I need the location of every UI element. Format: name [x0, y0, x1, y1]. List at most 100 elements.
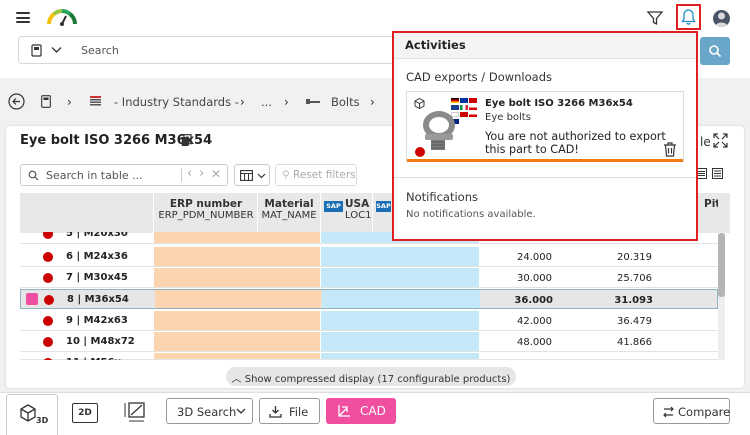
row-label: 7 | M30x45: [66, 272, 128, 283]
sap-cell: [321, 311, 479, 331]
cad-export-button[interactable]: CAD: [326, 398, 396, 424]
column-header-usa[interactable]: USA LOC1: [345, 199, 371, 222]
reset-filters-button[interactable]: ⚲ Reset filters: [275, 164, 357, 186]
column-header-pitch[interactable]: Pit: [704, 199, 718, 210]
table-search-input[interactable]: Search in table ... ‹ › ✕: [20, 164, 228, 186]
sap-cell: [321, 247, 479, 267]
popup-header: Activities: [394, 33, 696, 59]
section-title-notifications: Notifications: [406, 190, 478, 204]
row-label: 9 | M42x63: [66, 315, 128, 326]
sap-logo: SAP: [376, 201, 391, 212]
cube-icon: [414, 98, 425, 109]
activity-subtitle: Eye bolts: [485, 112, 531, 123]
trash-icon[interactable]: [663, 142, 677, 157]
breadcrumb-item-bolts[interactable]: Bolts: [331, 95, 360, 109]
compare-button[interactable]: Compare: [653, 398, 730, 424]
erp-cell: [154, 332, 320, 352]
erp-cell: [154, 268, 320, 288]
status-dot: [44, 295, 54, 305]
column-divider: [320, 193, 321, 233]
search-icon: [709, 45, 722, 58]
back-icon[interactable]: [8, 93, 25, 110]
logo-gauge-icon[interactable]: [46, 8, 78, 26]
column-chooser-button[interactable]: [234, 164, 270, 186]
breadcrumb: › - Industry Standards - › ... › Bolts ›: [0, 88, 392, 116]
search-input[interactable]: Search: [81, 44, 119, 57]
breadcrumb-item-ellipsis[interactable]: ...: [261, 95, 272, 109]
toolbar-label-fragment: le: [700, 135, 711, 149]
row-divider: [20, 351, 718, 352]
breadcrumb-item-industry-standards[interactable]: - Industry Standards -: [114, 95, 239, 109]
3d-search-button[interactable]: 3D Search: [166, 398, 253, 424]
erp-cell: [155, 290, 321, 308]
row-divider: [20, 330, 718, 331]
erp-cell: [154, 311, 320, 331]
tab-2d[interactable]: 2D: [72, 403, 98, 423]
table-row[interactable]: 9 | M42x63 42.000 36.479: [20, 311, 718, 331]
table-row[interactable]: 11 | M56x ...: [20, 353, 718, 360]
sap-cell: [321, 332, 479, 352]
row-label: 10 | M48x72: [66, 336, 135, 347]
value-cell: 20.319: [617, 252, 652, 263]
file-button[interactable]: File: [259, 398, 320, 424]
table-icon: [240, 170, 253, 181]
table-row[interactable]: 10 | M48x72 48.000 41.866: [20, 332, 718, 352]
divider: [181, 168, 182, 182]
search-bar[interactable]: Search: [18, 36, 398, 64]
table-row[interactable]: 6 | M24x36 24.000 20.319: [20, 247, 718, 267]
value-cell: 41.866: [617, 337, 652, 348]
value-cell: 36.479: [617, 316, 652, 327]
document-icon[interactable]: [31, 44, 42, 57]
compare-icon: [663, 406, 674, 418]
erp-cell: [154, 247, 320, 267]
value-cell: 42.000: [517, 316, 552, 327]
avatar[interactable]: [713, 10, 730, 27]
notifications-button[interactable]: [676, 4, 701, 30]
column-divider: [257, 193, 258, 233]
chevron-down-icon[interactable]: [51, 46, 62, 54]
filter-icon[interactable]: [646, 9, 664, 27]
status-dot: [43, 232, 53, 239]
chevron-right-icon: ›: [370, 95, 375, 109]
detail-view-icon[interactable]: [712, 168, 723, 179]
table-row[interactable]: 7 | M30x45 30.000 25.706: [20, 268, 718, 288]
copy-icon[interactable]: [181, 134, 192, 147]
cube-icon: [20, 404, 36, 422]
activity-title: Eye bolt ISO 3266 M36x54: [485, 98, 633, 109]
clear-icon[interactable]: ✕: [211, 167, 221, 181]
standards-icon[interactable]: [90, 96, 101, 107]
table-scrollbar-thumb[interactable]: [718, 233, 725, 297]
eye-bolt-image: [423, 111, 455, 150]
row-label: 11 | M56x ...: [66, 357, 136, 360]
column-header-erp[interactable]: ERP number ERP_PDM_NUMBER: [158, 199, 254, 222]
popup-title: Activities: [405, 38, 466, 52]
row-label: 8 | M36x54: [67, 294, 129, 305]
activity-message: You are not authorized to export this pa…: [485, 130, 666, 156]
compressed-display-toggle[interactable]: ︿ Show compressed display (17 configurab…: [226, 367, 516, 386]
value-cell: 30.000: [517, 273, 552, 284]
tab-3d[interactable]: 3D: [6, 394, 58, 435]
prev-match-icon[interactable]: ‹: [187, 166, 192, 181]
row-divider: [20, 287, 718, 288]
menu-icon[interactable]: [16, 12, 30, 23]
catalog-icon[interactable]: [41, 95, 51, 108]
column-divider: [372, 193, 373, 233]
column-header-material[interactable]: Material MAT_NAME: [260, 199, 318, 222]
next-match-icon[interactable]: ›: [199, 166, 204, 181]
value-cell: 48.000: [517, 337, 552, 348]
value-cell: 24.000: [517, 252, 552, 263]
row-divider: [20, 243, 718, 244]
chevron-right-icon: ›: [240, 95, 245, 109]
status-dot: [43, 337, 53, 347]
chevron-right-icon: ›: [284, 95, 289, 109]
sap-logo: SAP: [324, 201, 343, 212]
bell-icon: [681, 9, 696, 25]
table-row[interactable]: 8 | M36x54 36.000 31.093: [20, 289, 718, 309]
status-dot: [415, 147, 425, 157]
measure-icon[interactable]: [122, 400, 148, 424]
activity-item[interactable]: Eye bolt ISO 3266 M36x54 Eye bolts You a…: [406, 91, 684, 162]
table-search-placeholder: Search in table ...: [46, 169, 143, 182]
expand-icon[interactable]: [713, 133, 728, 148]
sap-cell: [322, 290, 480, 308]
search-button[interactable]: [700, 37, 730, 65]
